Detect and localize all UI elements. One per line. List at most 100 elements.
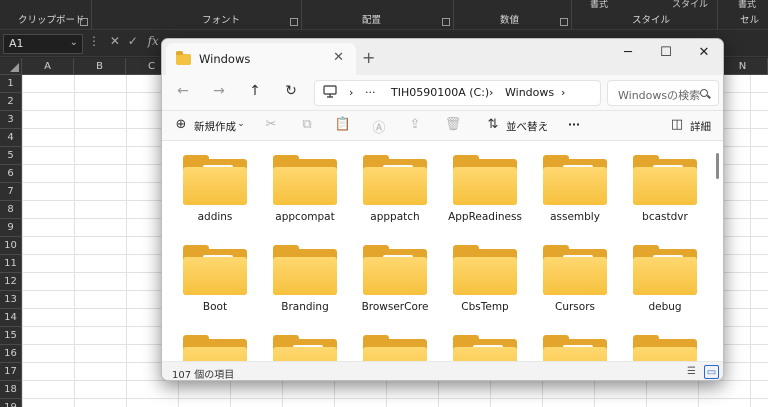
folder-icon (633, 245, 697, 297)
row-header[interactable]: 2 (0, 93, 22, 111)
folder-item[interactable] (530, 321, 620, 361)
new-button[interactable]: 新規作成 (194, 119, 236, 134)
forward-icon[interactable]: → (208, 83, 230, 103)
up-icon[interactable]: ↑ (244, 83, 266, 103)
more-options-button[interactable]: ··· (568, 119, 580, 131)
copy-icon[interactable]: ⧉ (298, 117, 316, 135)
row-header[interactable]: 13 (0, 291, 22, 309)
folder-icon (183, 335, 247, 361)
sort-icon[interactable]: ⇅ (484, 117, 502, 135)
paste-icon[interactable]: 📋 (334, 117, 352, 135)
row-header[interactable]: 1 (0, 75, 22, 93)
folder-item[interactable]: assembly (530, 141, 620, 231)
folder-item[interactable] (350, 321, 440, 361)
row-header[interactable]: 12 (0, 273, 22, 291)
folder-item[interactable]: Cursors (530, 231, 620, 321)
search-box[interactable]: Windowsの検索 (607, 80, 719, 106)
breadcrumb-overflow[interactable]: ··· (365, 86, 376, 99)
row-header[interactable]: 8 (0, 201, 22, 219)
folder-icon (363, 155, 427, 207)
ribbon-button-label[interactable]: 書式 (590, 0, 608, 10)
breadcrumb-chevron-icon[interactable]: › (349, 86, 353, 99)
chevron-down-icon[interactable]: ⌄ (232, 119, 250, 137)
dialog-launcher-icon[interactable] (80, 18, 88, 26)
breadcrumb-chevron-icon[interactable]: › (489, 86, 493, 99)
folder-item[interactable]: bcastdvr (620, 141, 710, 231)
row-header[interactable]: 15 (0, 327, 22, 345)
refresh-icon[interactable]: ↻ (280, 83, 302, 103)
folder-item[interactable]: BrowserCore (350, 231, 440, 321)
ribbon-button-label[interactable]: スタイル (672, 0, 708, 10)
row-header[interactable]: 3 (0, 111, 22, 129)
row-header[interactable]: 5 (0, 147, 22, 165)
row-header[interactable]: 9 (0, 219, 22, 237)
row-header[interactable]: 11 (0, 255, 22, 273)
breadcrumb-folder[interactable]: Windows (505, 86, 554, 99)
folder-item[interactable] (440, 321, 530, 361)
ribbon-group-font: フォント (92, 0, 302, 30)
column-header[interactable]: N (718, 58, 768, 75)
breadcrumb-drive[interactable]: TIH0590100A (C:) (391, 86, 489, 99)
minimize-button[interactable]: ─ (609, 39, 647, 67)
row-header[interactable]: 17 (0, 363, 22, 381)
row-header[interactable]: 7 (0, 183, 22, 201)
chevron-down-icon[interactable]: ⌄ (70, 37, 78, 48)
file-list[interactable]: addins appcompat apppatch AppReadiness assem… (162, 141, 723, 361)
close-tab-icon[interactable]: ✕ (333, 50, 344, 65)
cut-icon[interactable]: ✂ (262, 117, 280, 135)
details-view-icon[interactable]: ☰ (684, 365, 699, 379)
folder-item[interactable]: AppReadiness (440, 141, 530, 231)
folder-item[interactable]: debug (620, 231, 710, 321)
folder-item[interactable] (260, 321, 350, 361)
address-bar[interactable]: › ··· TIH0590100A (C:) › Windows › (314, 80, 601, 106)
share-icon[interactable]: ⇪ (406, 117, 424, 135)
folder-item[interactable]: addins (170, 141, 260, 231)
column-header[interactable]: A (22, 58, 74, 75)
back-icon[interactable]: ← (172, 83, 194, 103)
maximize-button[interactable]: ☐ (647, 39, 685, 67)
ribbon-group-cells: 書式 セル (718, 0, 768, 30)
enter-icon[interactable]: ✓ (128, 34, 138, 48)
folder-item[interactable]: appcompat (260, 141, 350, 231)
delete-icon[interactable]: 🗑 (444, 117, 462, 135)
folder-icon (633, 155, 697, 207)
column-header[interactable]: B (74, 58, 126, 75)
name-box[interactable]: A1 ⌄ (3, 34, 83, 54)
row-header[interactable]: 16 (0, 345, 22, 363)
rename-icon[interactable]: Ⓐ (370, 117, 388, 136)
folder-item[interactable]: Boot (170, 231, 260, 321)
breadcrumb-chevron-icon[interactable]: › (561, 86, 565, 99)
close-button[interactable]: ✕ (685, 39, 723, 67)
dialog-launcher-icon[interactable] (442, 18, 450, 26)
row-header[interactable]: 14 (0, 309, 22, 327)
chevron-down-icon[interactable]: ⌄ (536, 119, 554, 137)
details-button[interactable]: 詳細 (690, 119, 711, 134)
select-all-button[interactable] (0, 58, 22, 75)
folder-item[interactable]: Branding (260, 231, 350, 321)
row-header[interactable]: 10 (0, 237, 22, 255)
folder-item[interactable] (620, 321, 710, 361)
dialog-launcher-icon[interactable] (290, 18, 298, 26)
row-header[interactable]: 6 (0, 165, 22, 183)
new-icon[interactable]: ⊕ (172, 117, 190, 135)
folder-item[interactable] (170, 321, 260, 361)
folder-name: BrowserCore (361, 301, 429, 313)
large-icons-view-icon[interactable]: ▭ (704, 365, 719, 379)
folder-icon (543, 335, 607, 361)
vertical-scrollbar[interactable] (716, 153, 719, 179)
folder-item[interactable]: apppatch (350, 141, 440, 231)
new-tab-button[interactable]: + (362, 48, 375, 67)
details-pane-icon[interactable]: ◫ (668, 117, 686, 135)
insert-function-icon[interactable]: fx (148, 34, 159, 48)
ribbon-group-number: 数値 (454, 0, 572, 30)
monitor-icon[interactable] (323, 85, 337, 101)
row-header[interactable]: 19 (0, 399, 22, 407)
tab-windows[interactable]: Windows ✕ (166, 43, 356, 75)
cancel-icon[interactable]: ✕ (110, 34, 120, 48)
dialog-launcher-icon[interactable] (560, 18, 568, 26)
folder-icon (183, 155, 247, 207)
ribbon-button-label[interactable]: 書式 (738, 0, 756, 10)
row-header[interactable]: 4 (0, 129, 22, 147)
row-header[interactable]: 18 (0, 381, 22, 399)
folder-item[interactable]: CbsTemp (440, 231, 530, 321)
